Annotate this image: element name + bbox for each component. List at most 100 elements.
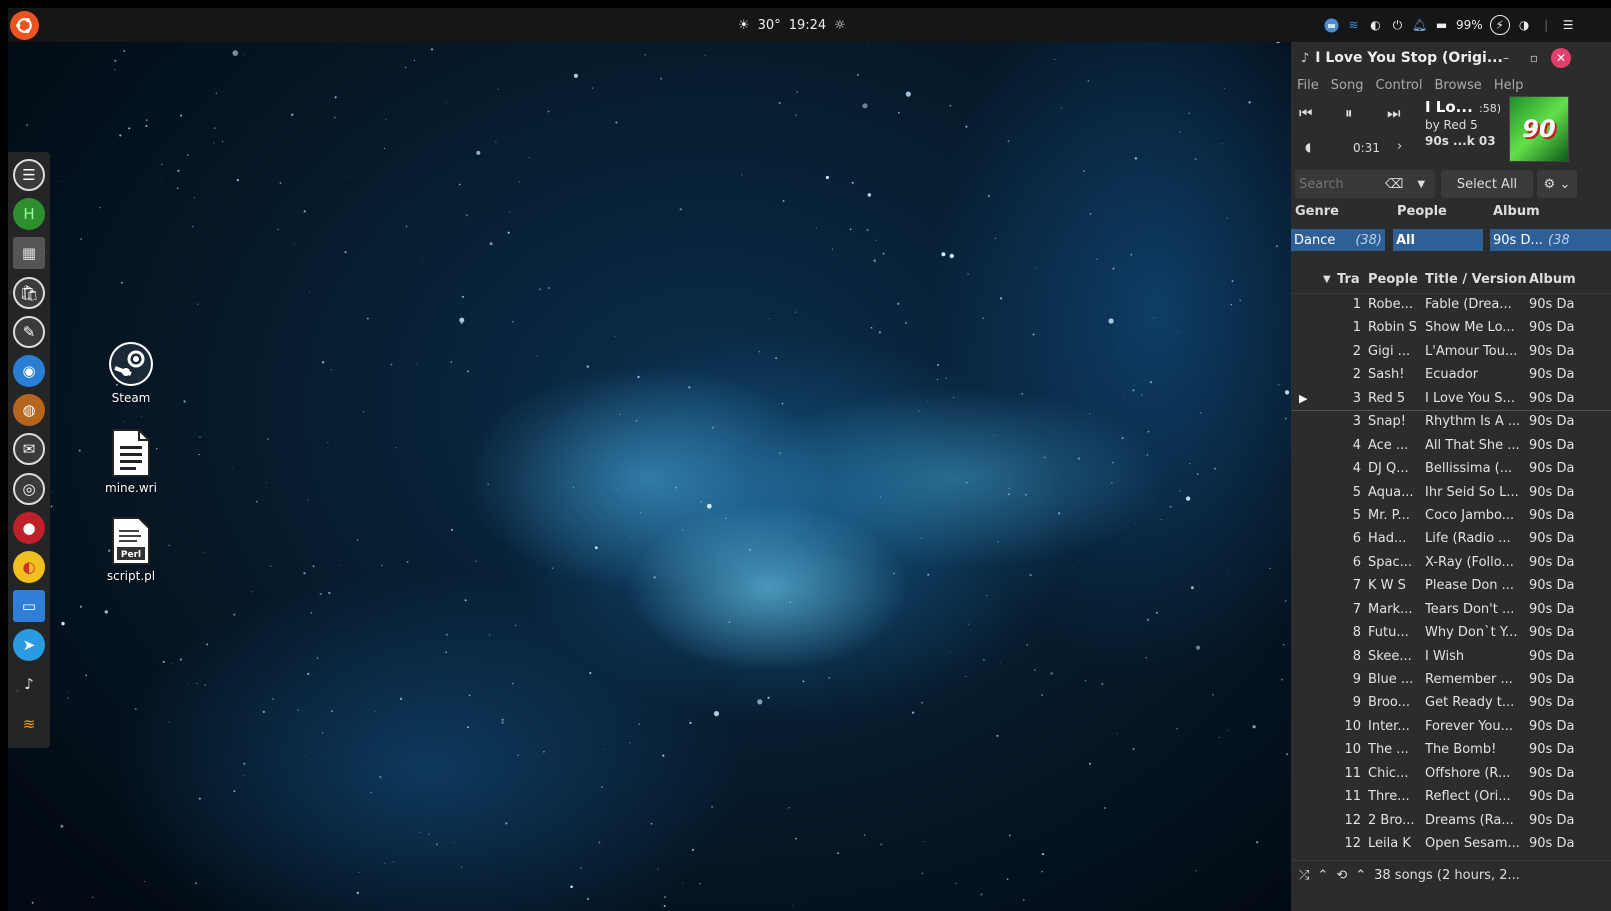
dock-terminal[interactable]: ▦	[13, 237, 45, 270]
album-selection[interactable]: 90s D... (38	[1490, 229, 1611, 251]
menu-icon[interactable]: ☰	[1561, 18, 1576, 33]
table-row[interactable]: ▶ 3 Red 5 I Love You S... 90s Da	[1291, 388, 1611, 412]
table-row[interactable]: 8 Futu... Why Don`t Y... 90s Da	[1291, 622, 1611, 645]
wifi-icon[interactable]: ≋	[1346, 18, 1361, 33]
repeat-menu-chevron-icon[interactable]: ⌃	[1355, 868, 1366, 883]
table-row[interactable]: 12 2 Bro... Dreams (Ra... 90s Da	[1291, 810, 1611, 833]
clear-search-icon[interactable]: ⌫	[1385, 177, 1403, 192]
notification-icon[interactable]: 🔔︎	[1412, 18, 1427, 33]
star	[145, 119, 148, 122]
desktop-icon-label: mine.wri	[105, 481, 157, 495]
search-field[interactable]: ⌫ ▼	[1295, 170, 1435, 198]
gear-menu-button[interactable]: ⚙ ⌄	[1537, 170, 1577, 198]
player-titlebar[interactable]: ♪ I Love You Stop (Origi... – ▫ ✕	[1291, 42, 1611, 74]
dock-window[interactable]: ▭	[13, 590, 45, 623]
menu-browse[interactable]: Browse	[1434, 78, 1481, 93]
dock-files[interactable]: ☰	[13, 159, 45, 191]
table-row[interactable]: 5 Mr. P... Coco Jambo... 90s Da	[1291, 505, 1611, 528]
genre-selection[interactable]: Dance (38)	[1291, 229, 1385, 251]
contrast-icon[interactable]: ◑	[1517, 18, 1532, 33]
column-track[interactable]: Tra	[1337, 272, 1360, 287]
dock-color[interactable]: ◐	[13, 550, 45, 583]
table-row[interactable]: 6 Spac... X-Ray (Follo... 90s Da	[1291, 552, 1611, 575]
folder-icon[interactable]: ▬	[1434, 18, 1449, 33]
album-cover[interactable]: 90	[1509, 96, 1569, 162]
menu-file[interactable]: File	[1297, 78, 1319, 93]
column-album[interactable]: Album	[1529, 272, 1576, 287]
night-mode-icon[interactable]: ◐	[1368, 18, 1383, 33]
maximize-button[interactable]: ▫	[1524, 48, 1544, 68]
star	[177, 169, 180, 172]
menu-help[interactable]: Help	[1494, 78, 1524, 93]
volume-icon[interactable]: ◖	[1305, 140, 1311, 154]
people-header[interactable]: People	[1397, 204, 1447, 219]
dock-layers[interactable]: ≋	[13, 708, 45, 740]
cell-title: Offshore (R...	[1425, 765, 1511, 781]
star	[1060, 107, 1062, 109]
dock-telegram[interactable]: ➤	[13, 629, 45, 662]
shuffle-menu-chevron-icon[interactable]: ⌃	[1317, 868, 1328, 883]
close-button[interactable]: ✕	[1551, 48, 1571, 68]
dock-store[interactable]: 🛍︎	[13, 276, 45, 309]
table-row[interactable]: 10 Inter... Forever You... 90s Da	[1291, 716, 1611, 739]
column-people[interactable]: People	[1368, 272, 1418, 287]
table-row[interactable]: 7 Mark... Tears Don't ... 90s Da	[1291, 599, 1611, 622]
table-row[interactable]: 11 Thre... Reflect (Ori... 90s Da	[1291, 786, 1611, 809]
table-row[interactable]: 10 The ... The Bomb! 90s Da	[1291, 739, 1611, 762]
table-row[interactable]: 9 Blue ... Remember ... 90s Da	[1291, 669, 1611, 692]
star	[1286, 753, 1288, 756]
dock-mail[interactable]: ✉	[13, 433, 45, 466]
dock-music-player[interactable]: ♪	[13, 668, 45, 700]
minimize-button[interactable]: –	[1496, 48, 1516, 68]
dock-hex-editor[interactable]: H	[13, 198, 45, 231]
previous-track-button[interactable]: ⏮	[1299, 104, 1313, 122]
star	[662, 754, 665, 757]
star	[467, 726, 470, 729]
select-all-button[interactable]: Select All	[1441, 170, 1533, 198]
table-row[interactable]: 3 Snap! Rhythm Is A ... 90s Da	[1291, 411, 1611, 434]
table-row[interactable]: 7 K W S Please Don ... 90s Da	[1291, 575, 1611, 598]
table-row[interactable]: 1 Robe... Fable (Drea... 90s Da	[1291, 294, 1611, 317]
dock-app[interactable]: ◍	[13, 394, 45, 427]
search-dropdown-icon[interactable]: ▼	[1417, 179, 1425, 190]
album-header[interactable]: Album	[1493, 204, 1540, 219]
star	[1026, 644, 1029, 646]
sort-desc-icon[interactable]: ▼	[1323, 274, 1331, 285]
star	[495, 141, 497, 143]
table-row[interactable]: 12 Leila K Open Sesam... 90s Da	[1291, 833, 1611, 856]
dock-text-editor[interactable]: ✎	[13, 315, 45, 348]
menu-control[interactable]: Control	[1375, 78, 1422, 93]
table-row[interactable]: 1 Robin S Show Me Lo... 90s Da	[1291, 317, 1611, 340]
ubuntu-menu-button[interactable]	[10, 11, 39, 40]
table-row[interactable]: 11 Chic... Offshore (R... 90s Da	[1291, 763, 1611, 786]
people-selection[interactable]: All	[1393, 229, 1483, 251]
table-row[interactable]: 5 Aqua... Ihr Seid So L... 90s Da	[1291, 482, 1611, 505]
table-row[interactable]: 6 Had... Life (Radio ... 90s Da	[1291, 528, 1611, 551]
table-row[interactable]: 4 DJ Q... Bellissima (... 90s Da	[1291, 458, 1611, 481]
desktop-icon-script-pl[interactable]: Perl script.pl	[96, 516, 166, 583]
pause-button[interactable]: ⏸	[1345, 104, 1353, 122]
power-icon[interactable]: ⏻	[1390, 18, 1405, 33]
search-input[interactable]	[1299, 176, 1379, 192]
dock-camera[interactable]: ◎	[13, 472, 45, 505]
dock-record[interactable]: ●	[13, 511, 45, 544]
repeat-icon[interactable]: ⟲	[1336, 868, 1347, 883]
desktop-icon-steam[interactable]: Steam	[96, 340, 166, 405]
star	[1134, 157, 1137, 160]
desktop-icon-mine-wri[interactable]: mine.wri	[96, 428, 166, 495]
charging-icon[interactable]: ⚡	[1489, 15, 1510, 35]
genre-header[interactable]: Genre	[1295, 204, 1339, 219]
column-title[interactable]: Title / Version	[1425, 272, 1527, 287]
table-row[interactable]: 4 Ace ... All That She ... 90s Da	[1291, 435, 1611, 458]
shuffle-icon[interactable]: ⤮	[1299, 868, 1309, 883]
dock-browser[interactable]: ◉	[13, 354, 45, 387]
table-row[interactable]: 2 Gigi ... L'Amour Tou... 90s Da	[1291, 341, 1611, 364]
table-row[interactable]: 8 Skee... I Wish 90s Da	[1291, 646, 1611, 669]
menu-song[interactable]: Song	[1331, 78, 1364, 93]
clock-area[interactable]: ☀ 30° 19:24 ☼	[738, 8, 846, 42]
table-row[interactable]: 2 Sash! Ecuador 90s Da	[1291, 364, 1611, 387]
table-row[interactable]: 9 Broo... Get Ready t... 90s Da	[1291, 692, 1611, 715]
next-track-button[interactable]: ⏭	[1387, 104, 1401, 122]
expand-chevron-icon[interactable]: ›	[1397, 139, 1402, 154]
network-icon[interactable]	[1324, 18, 1339, 33]
